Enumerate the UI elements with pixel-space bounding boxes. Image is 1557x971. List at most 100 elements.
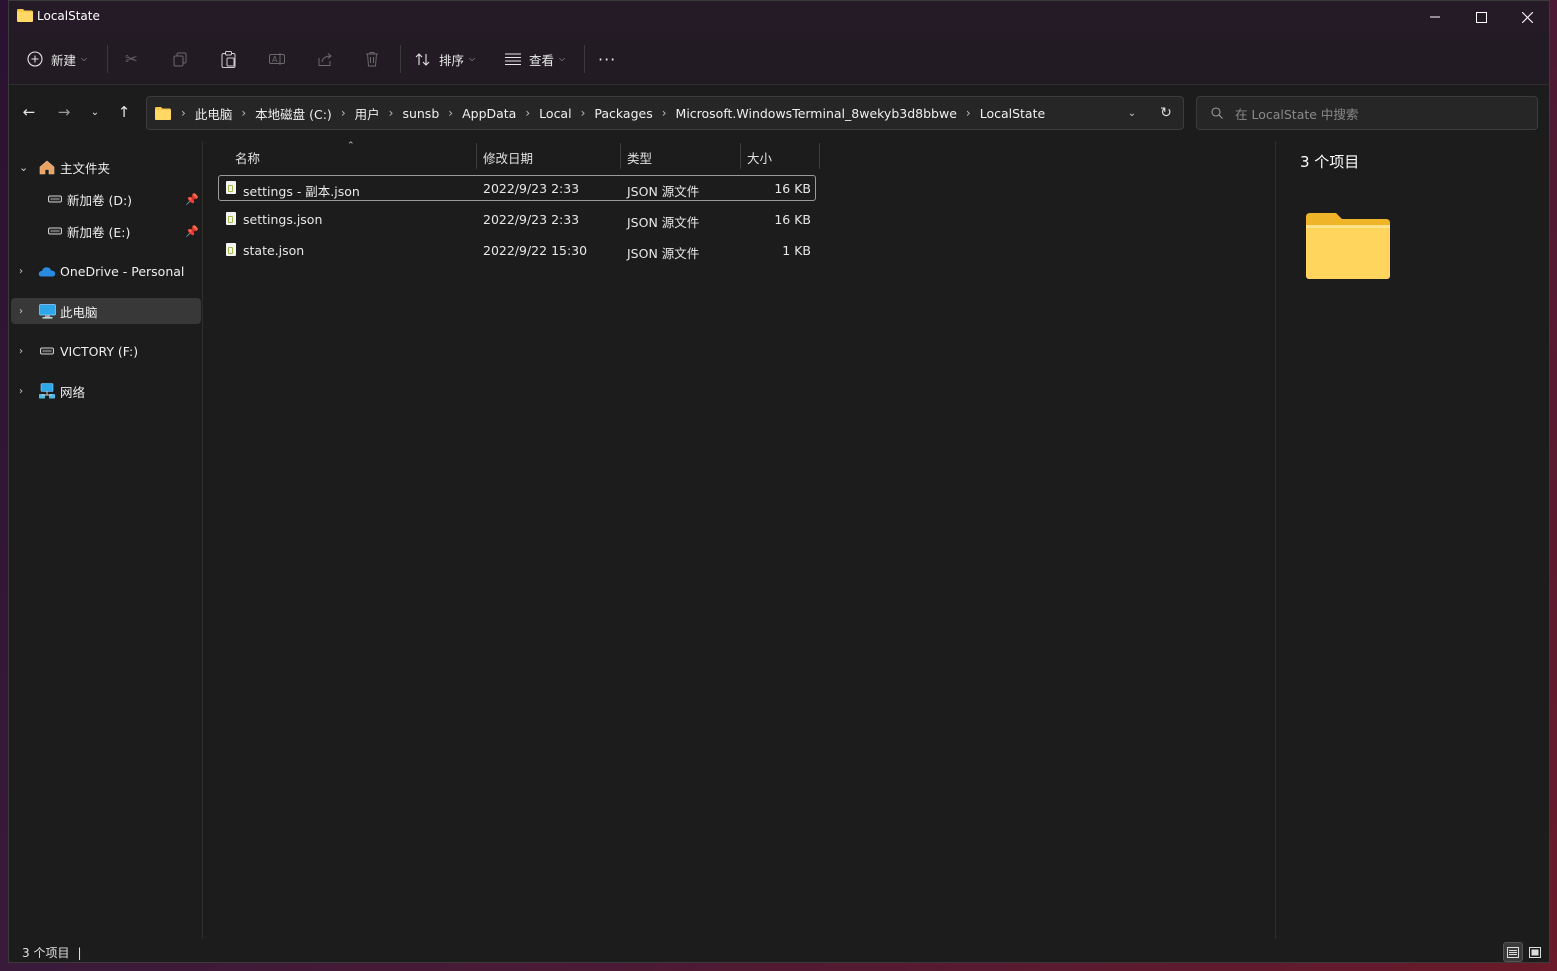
network-icon [38, 383, 56, 399]
command-bar: 新建 ⌵ ✂ A 排序 ⌵ 查看 ⌵ ··· [9, 33, 1549, 85]
refresh-button[interactable]: ↻ [1149, 105, 1183, 121]
plus-circle-icon [27, 51, 43, 67]
pin-icon[interactable]: 📌 [185, 225, 199, 238]
column-divider[interactable] [620, 143, 621, 169]
column-divider[interactable] [740, 143, 741, 169]
paste-button[interactable] [221, 45, 236, 73]
navigation-pane: ⌄ 主文件夹 新加卷 (D:) 📌 新加卷 (E:) 📌 › OneDrive … [9, 141, 203, 939]
cut-button[interactable]: ✂ [125, 45, 138, 73]
address-bar[interactable]: › 此电脑 › 本地磁盘 (C:) › 用户 › sunsb › AppData… [146, 96, 1184, 130]
file-modified: 2022/9/23 2:33 [483, 181, 580, 196]
column-header-name[interactable]: 名称 [235, 143, 260, 171]
refresh-icon: ↻ [1160, 105, 1172, 121]
back-button[interactable]: ← [17, 100, 41, 124]
breadcrumb-item[interactable]: Local [539, 106, 571, 121]
toolbar-divider [584, 45, 585, 73]
sidebar-item-victory-drive[interactable]: › VICTORY (F:) [11, 338, 201, 364]
chevron-right-icon: › [661, 106, 667, 120]
search-icon [1211, 107, 1223, 119]
chevron-right-icon: › [19, 385, 23, 397]
new-label: 新建 [51, 52, 77, 68]
sidebar-item-label: 网络 [60, 384, 86, 400]
sidebar-item-drive-e[interactable]: 新加卷 (E:) 📌 [11, 218, 201, 244]
column-divider[interactable] [476, 143, 477, 169]
maximize-button[interactable] [1458, 1, 1504, 33]
breadcrumb-item[interactable]: sunsb [402, 106, 439, 121]
file-size: 16 KB [774, 212, 811, 227]
column-divider[interactable] [819, 143, 820, 169]
breadcrumb-item[interactable]: 用户 [355, 104, 380, 123]
recent-locations-button[interactable]: ⌄ [83, 100, 107, 124]
new-button[interactable]: 新建 ⌵ [27, 45, 87, 73]
breadcrumb-item[interactable]: AppData [462, 106, 516, 121]
trash-icon [366, 52, 378, 67]
drive-icon [38, 343, 56, 359]
large-icons-view-button[interactable] [1525, 942, 1545, 962]
sort-button[interactable]: 排序 ⌵ [415, 45, 475, 73]
large-icons-view-icon [1529, 946, 1541, 958]
sidebar-item-label: 主文件夹 [60, 160, 111, 176]
file-type: JSON 源文件 [627, 215, 700, 230]
rename-button[interactable]: A [269, 45, 285, 73]
chevron-right-icon: › [340, 106, 346, 120]
table-row[interactable]: state.json 2022/9/22 15:30 JSON 源文件 1 KB [218, 237, 816, 263]
forward-button[interactable]: → [52, 100, 76, 124]
drive-icon [46, 191, 64, 207]
json-file-icon [226, 243, 236, 256]
sidebar-item-label: VICTORY (F:) [60, 343, 139, 359]
status-bar: 3 个项目 | [9, 939, 1549, 962]
delete-button[interactable] [365, 45, 379, 73]
arrow-up-icon: ↑ [117, 103, 131, 121]
file-type: JSON 源文件 [627, 246, 700, 261]
status-text: 3 个项目 [22, 946, 70, 960]
up-button[interactable]: ↑ [112, 100, 136, 124]
sidebar-item-label: 新加卷 (D:) [67, 192, 133, 208]
table-row[interactable]: settings - 副本.json 2022/9/23 2:33 JSON 源… [218, 175, 816, 201]
file-name: state.json [243, 243, 305, 258]
column-header-type[interactable]: 类型 [627, 143, 652, 171]
maximize-icon [1475, 11, 1487, 23]
more-options-button[interactable]: ··· [598, 45, 616, 73]
chevron-down-icon: ⌄ [90, 106, 100, 118]
sidebar-item-this-pc[interactable]: › 此电脑 [11, 298, 201, 324]
pin-icon[interactable]: 📌 [185, 193, 199, 206]
breadcrumb-item[interactable]: Packages [594, 106, 652, 121]
json-file-icon [226, 212, 236, 225]
title-bar: LocalState [9, 1, 1549, 33]
chevron-right-icon: › [388, 106, 394, 120]
chevron-right-icon: › [965, 106, 971, 120]
breadcrumb-item-current[interactable]: LocalState [980, 106, 1046, 121]
sidebar-item-onedrive[interactable]: › OneDrive - Personal [11, 258, 201, 284]
sidebar-item-drive-d[interactable]: 新加卷 (D:) 📌 [11, 186, 201, 212]
address-history-button[interactable]: ⌄ [1115, 108, 1149, 119]
search-placeholder: 在 LocalState 中搜索 [1235, 106, 1359, 122]
address-bar-actions: ⌄ ↻ [1115, 97, 1183, 129]
file-size: 16 KB [774, 181, 811, 196]
sort-icon [415, 52, 430, 66]
clipboard-icon [221, 50, 236, 68]
chevron-right-icon: › [241, 106, 247, 120]
details-view-button[interactable] [1503, 942, 1523, 962]
view-button[interactable]: 查看 ⌵ [505, 45, 565, 73]
column-header-modified[interactable]: 修改日期 [483, 143, 533, 171]
column-header-size[interactable]: 大小 [747, 143, 772, 171]
file-modified: 2022/9/23 2:33 [483, 212, 580, 227]
sidebar-item-label: OneDrive - Personal [60, 263, 185, 279]
details-title: 3 个项目 [1300, 153, 1360, 171]
details-pane: 3 个项目 [1275, 141, 1549, 939]
sidebar-item-home[interactable]: ⌄ 主文件夹 [11, 154, 201, 180]
chevron-right-icon: › [448, 106, 454, 120]
search-box[interactable]: 在 LocalState 中搜索 [1196, 96, 1538, 130]
navigation-bar: ← → ⌄ ↑ › 此电脑 › 本地磁盘 (C:) › 用户 › sunsb ›… [9, 86, 1549, 140]
share-button[interactable] [317, 45, 333, 73]
close-button[interactable] [1504, 1, 1549, 33]
breadcrumb-item[interactable]: 此电脑 [195, 104, 233, 123]
chevron-right-icon: › [181, 106, 186, 120]
sort-ascending-icon: ⌃ [347, 141, 355, 151]
breadcrumb-item[interactable]: Microsoft.WindowsTerminal_8wekyb3d8bbwe [676, 106, 957, 121]
minimize-button[interactable] [1412, 1, 1458, 33]
sidebar-item-network[interactable]: › 网络 [11, 378, 201, 404]
breadcrumb-item[interactable]: 本地磁盘 (C:) [255, 104, 332, 123]
table-row[interactable]: settings.json 2022/9/23 2:33 JSON 源文件 16… [218, 206, 816, 232]
copy-button[interactable] [173, 45, 188, 73]
